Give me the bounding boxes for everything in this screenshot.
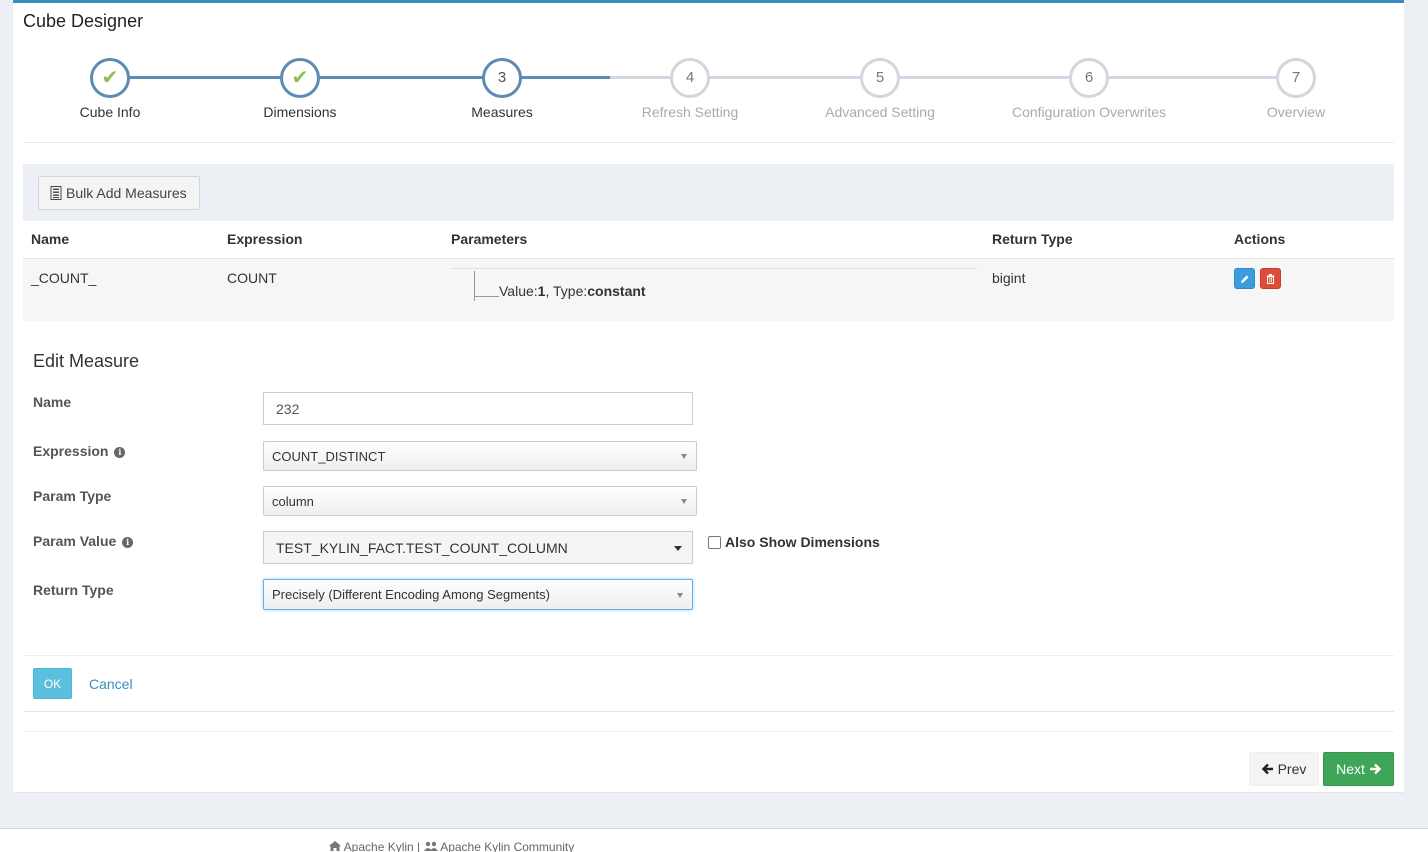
prev-button[interactable]: Prev bbox=[1249, 752, 1319, 786]
step-number: 5 bbox=[860, 58, 900, 98]
check-icon: ✔ bbox=[280, 58, 320, 98]
info-icon[interactable]: i bbox=[114, 447, 126, 458]
footer-links: Apache Kylin | Apache Kylin Community bbox=[329, 840, 574, 852]
footer-separator: | bbox=[413, 840, 424, 852]
expression-label-text: Expression bbox=[33, 443, 109, 459]
dropdown-caret-icon bbox=[681, 499, 687, 504]
step-label: Refresh Setting bbox=[641, 104, 739, 120]
step-number: 7 bbox=[1276, 58, 1316, 98]
param-value-label: Param Value i bbox=[33, 533, 134, 549]
measure-name-input[interactable]: 232 bbox=[263, 392, 693, 425]
check-icon: ✔ bbox=[90, 58, 130, 98]
param-tree-border bbox=[451, 268, 977, 269]
edit-measure-button[interactable] bbox=[1234, 268, 1255, 289]
col-header-name: Name bbox=[31, 231, 70, 247]
expression-select[interactable]: COUNT_DISTINCT bbox=[263, 441, 697, 471]
pencil-icon bbox=[1240, 274, 1249, 283]
divider bbox=[23, 655, 1394, 656]
dropdown-caret-icon bbox=[681, 454, 687, 459]
param-value-selected: TEST_KYLIN_FACT.TEST_COUNT_COLUMN bbox=[276, 539, 568, 556]
list-icon bbox=[50, 186, 62, 200]
expression-label: Expression i bbox=[33, 443, 126, 459]
delete-measure-button[interactable] bbox=[1260, 268, 1281, 289]
measure-name-cell: _COUNT_ bbox=[31, 270, 97, 286]
step-label: Advanced Setting bbox=[825, 104, 935, 120]
col-header-parameters: Parameters bbox=[451, 231, 528, 247]
divider bbox=[23, 731, 1394, 732]
bulk-add-measures-button[interactable]: Bulk Add Measures bbox=[38, 176, 200, 210]
measures-toolbar: Bulk Add Measures bbox=[23, 164, 1394, 221]
progress-track-todo bbox=[610, 76, 1310, 79]
measure-expression-cell: COUNT bbox=[227, 270, 277, 286]
step-label: Overview bbox=[1266, 104, 1326, 120]
footer: Apache Kylin | Apache Kylin Community bbox=[0, 829, 1428, 852]
next-button[interactable]: Next bbox=[1323, 752, 1394, 786]
measure-return-type-cell: bigint bbox=[992, 270, 1026, 286]
info-icon[interactable]: i bbox=[122, 537, 134, 548]
step-number: 4 bbox=[670, 58, 710, 98]
divider bbox=[23, 711, 1394, 712]
dropdown-caret-icon bbox=[674, 545, 682, 551]
step-number: 3 bbox=[482, 58, 522, 98]
next-label: Next bbox=[1336, 761, 1365, 777]
col-header-actions: Actions bbox=[1234, 231, 1286, 247]
also-show-dimensions-checkbox[interactable] bbox=[708, 535, 721, 549]
cancel-link[interactable]: Cancel bbox=[89, 676, 133, 692]
arrow-right-icon bbox=[1369, 763, 1381, 775]
home-icon bbox=[329, 841, 341, 851]
param-tree-branch bbox=[475, 296, 499, 297]
param-value-label: Value: bbox=[499, 283, 538, 299]
param-type-selected-value: column bbox=[272, 493, 314, 509]
edit-measure-title: Edit Measure bbox=[33, 351, 140, 371]
step-label: Configuration Overwrites bbox=[1011, 104, 1167, 120]
dropdown-caret-icon bbox=[677, 592, 683, 598]
prev-label: Prev bbox=[1277, 761, 1307, 777]
param-type-label: Type: bbox=[553, 283, 588, 299]
return-type-select[interactable]: Precisely (Different Encoding Among Segm… bbox=[263, 579, 693, 610]
arrow-left-icon bbox=[1261, 763, 1273, 775]
step-label: Dimensions bbox=[263, 104, 337, 120]
cube-designer-box: Cube Designer ✔ Cube Info ✔ Dimensions 3… bbox=[13, 0, 1404, 793]
bulk-add-label: Bulk Add Measures bbox=[66, 185, 187, 201]
expression-selected-value: COUNT_DISTINCT bbox=[272, 448, 386, 464]
name-label: Name bbox=[33, 394, 72, 410]
step-label: Measures bbox=[471, 104, 533, 120]
trash-icon bbox=[1266, 273, 1275, 284]
progress-track-done bbox=[110, 76, 610, 79]
col-header-expression: Expression bbox=[227, 231, 303, 247]
col-header-return-type: Return Type bbox=[992, 231, 1073, 247]
param-value-label-text: Param Value bbox=[33, 533, 117, 549]
also-show-dimensions[interactable]: Also Show Dimensions bbox=[708, 534, 880, 550]
wizard-steps: ✔ Cube Info ✔ Dimensions 3 Measures 4 Re… bbox=[23, 58, 1394, 143]
param-type-label: Param Type bbox=[33, 488, 112, 504]
param-type-select[interactable]: column bbox=[263, 486, 697, 516]
param-value-select[interactable]: TEST_KYLIN_FACT.TEST_COUNT_COLUMN bbox=[263, 531, 693, 564]
apache-kylin-community-link[interactable]: Apache Kylin Community bbox=[440, 840, 574, 852]
users-icon bbox=[423, 841, 438, 851]
param-separator: , bbox=[545, 283, 553, 299]
step-number: 6 bbox=[1069, 58, 1109, 98]
step-label: Cube Info bbox=[79, 104, 141, 120]
apache-kylin-link[interactable]: Apache Kylin bbox=[344, 840, 414, 852]
page-title: Cube Designer bbox=[23, 11, 144, 31]
also-show-dimensions-label: Also Show Dimensions bbox=[725, 534, 880, 550]
param-type: constant bbox=[587, 283, 646, 299]
return-type-label: Return Type bbox=[33, 582, 114, 598]
measure-parameters-cell: Value:1, Type:constant bbox=[499, 283, 646, 299]
return-type-selected-value: Precisely (Different Encoding Among Segm… bbox=[272, 587, 550, 602]
ok-button[interactable]: OK bbox=[33, 668, 72, 699]
